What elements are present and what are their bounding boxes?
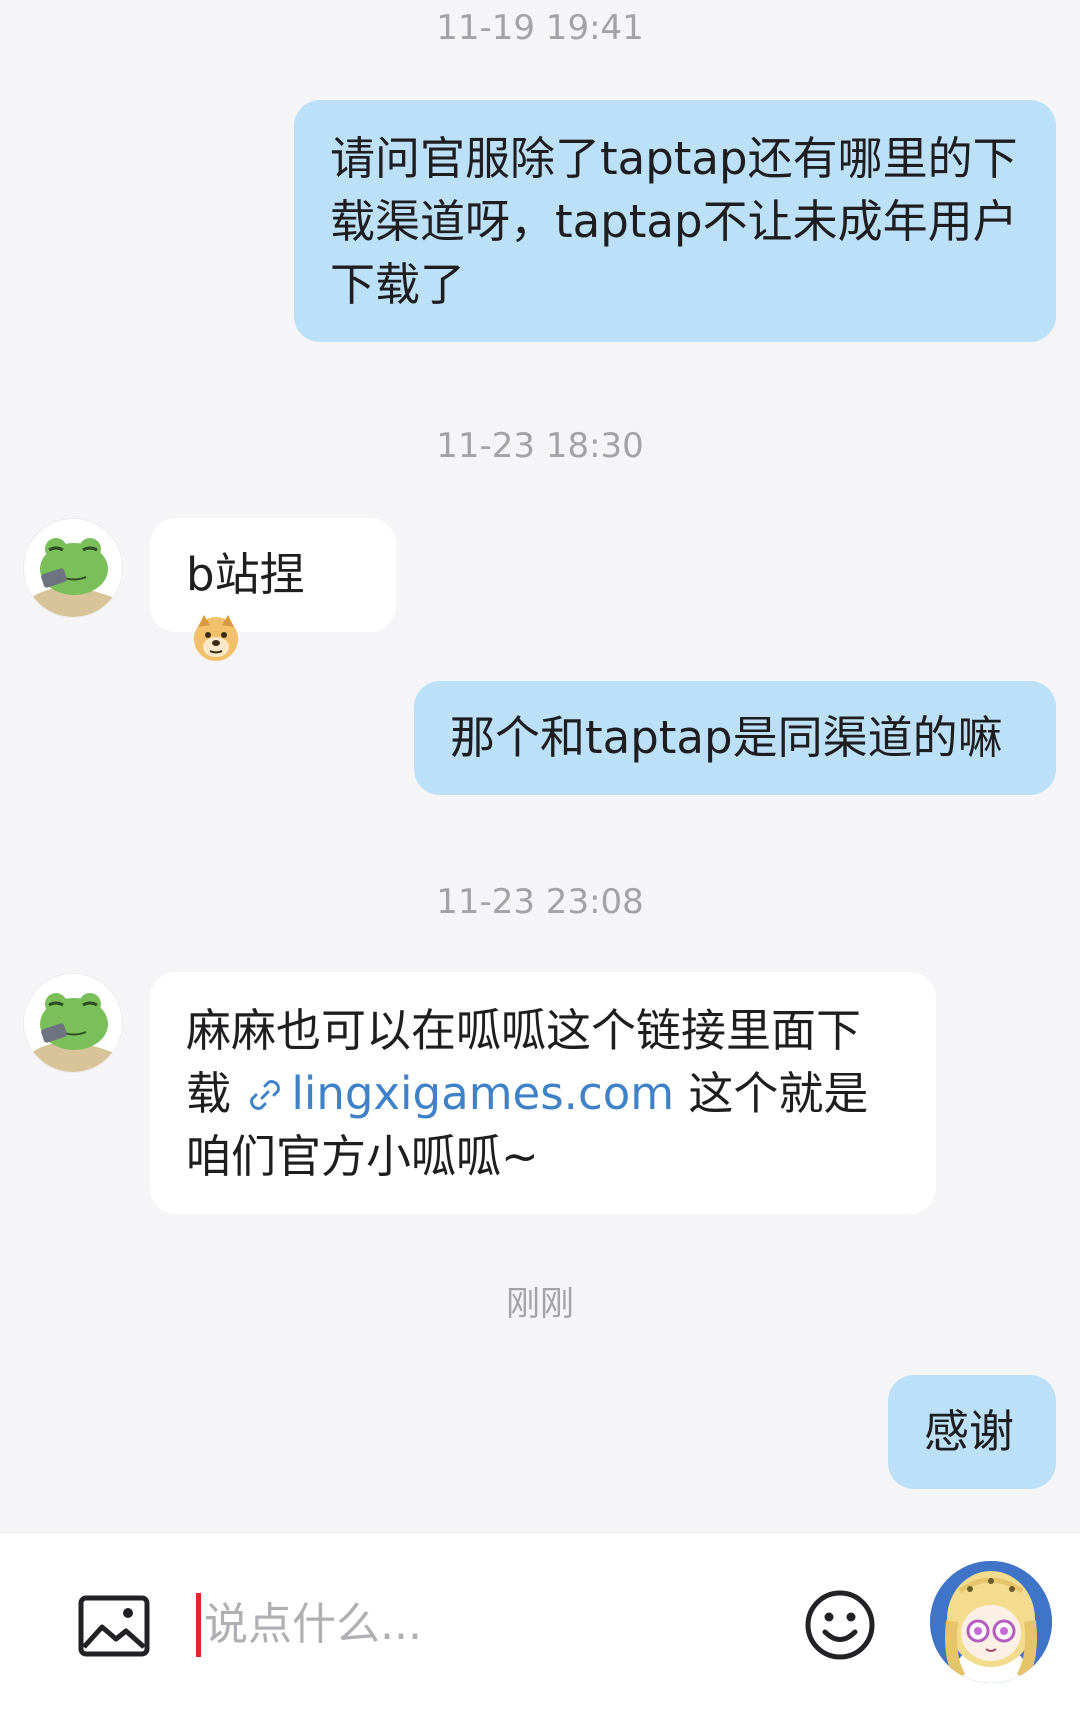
outgoing-message[interactable]: 感谢	[888, 1375, 1056, 1489]
incoming-message[interactable]: b站捏	[150, 518, 396, 661]
smiley-face-icon	[805, 1590, 875, 1660]
anime-girl-avatar-icon	[930, 1561, 1052, 1683]
frog-avatar-icon	[24, 519, 122, 617]
incoming-message[interactable]: 麻麻也可以在呱呱这个链接里面下载 lingxigames.com 这个就是咱们官…	[150, 972, 936, 1214]
image-button[interactable]	[78, 1595, 150, 1657]
image-icon	[78, 1595, 150, 1657]
timestamp: 11-19 19:41	[436, 8, 644, 48]
frog-avatar-icon	[24, 974, 122, 1072]
text-caret	[196, 1593, 201, 1657]
doge-emoji-icon	[194, 615, 238, 661]
chat-area[interactable]: 11-19 19:41 请问官服除了taptap还有哪里的下载渠道呀，tapta…	[0, 0, 1080, 1532]
contact-avatar[interactable]	[24, 974, 122, 1072]
input-bar: 说点什么...	[0, 1532, 1080, 1713]
message-link[interactable]: lingxigames.com	[245, 1067, 674, 1120]
contact-avatar[interactable]	[24, 519, 122, 617]
message-input-placeholder: 说点什么...	[204, 1599, 422, 1650]
emoji-button[interactable]	[804, 1589, 876, 1661]
link-text: lingxigames.com	[291, 1067, 675, 1120]
outgoing-message[interactable]: 那个和taptap是同渠道的嘛	[414, 681, 1056, 795]
user-avatar[interactable]	[930, 1561, 1052, 1683]
message-text: 那个和taptap是同渠道的嘛	[450, 711, 1003, 764]
message-text: 感谢	[924, 1405, 1015, 1458]
timestamp: 刚刚	[506, 1284, 574, 1324]
outgoing-message[interactable]: 请问官服除了taptap还有哪里的下载渠道呀，taptap不让未成年用户下载了	[294, 100, 1056, 342]
message-text: 请问官服除了taptap还有哪里的下载渠道呀，taptap不让未成年用户下载了	[330, 132, 1018, 311]
message-text: b站捏	[186, 548, 305, 601]
link-icon	[250, 1080, 281, 1110]
timestamp: 11-23 23:08	[436, 882, 644, 922]
timestamp: 11-23 18:30	[436, 426, 644, 466]
message-input[interactable]: 说点什么...	[196, 1583, 776, 1669]
